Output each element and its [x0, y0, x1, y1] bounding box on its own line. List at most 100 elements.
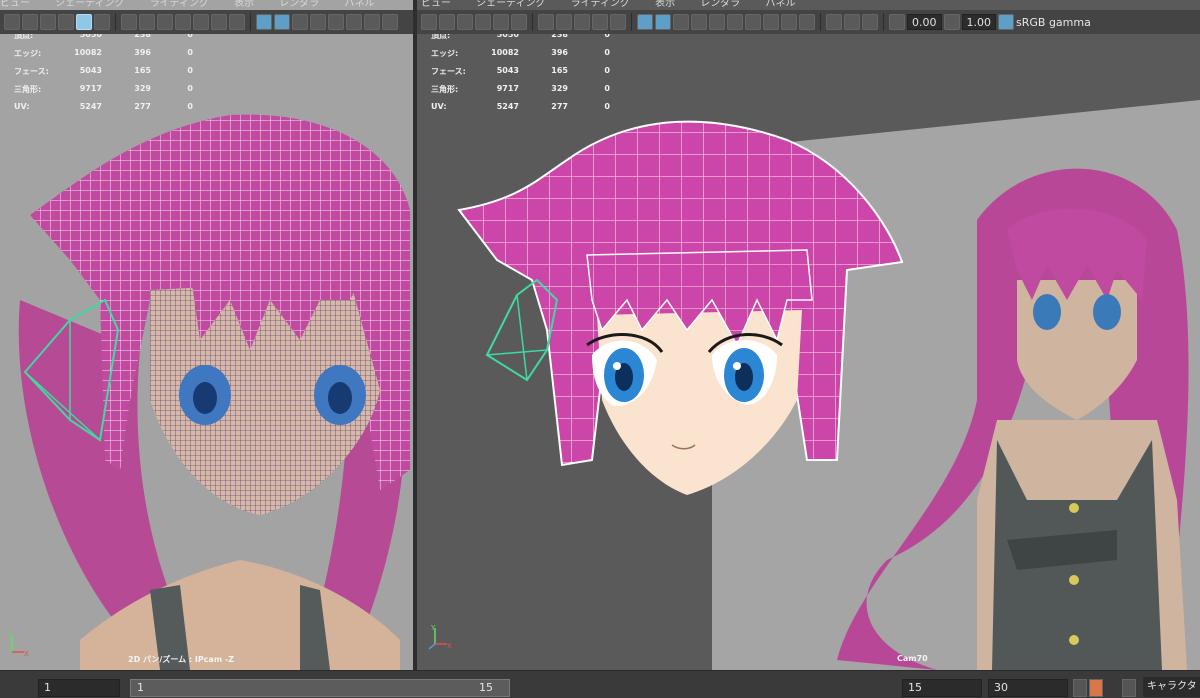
- field-chart-icon[interactable]: [610, 14, 626, 30]
- anti-alias-icon[interactable]: [799, 14, 815, 30]
- field-chart-icon[interactable]: [193, 14, 209, 30]
- color-space-label[interactable]: sRGB gamma: [1016, 16, 1091, 29]
- svg-text:X: X: [447, 642, 452, 650]
- screen-space-ao-icon[interactable]: [763, 14, 779, 30]
- isolate-select-icon[interactable]: [826, 14, 842, 30]
- lights-icon[interactable]: [346, 14, 362, 30]
- 2d-pan-zoom-icon[interactable]: [493, 14, 509, 30]
- dress-button: [1069, 503, 1079, 513]
- menu-panels[interactable]: パネル: [765, 0, 795, 9]
- motion-blur-icon[interactable]: [781, 14, 797, 30]
- hud-value: 0: [604, 66, 610, 75]
- hud-value: 5247: [496, 102, 519, 111]
- gamma-icon[interactable]: [943, 14, 960, 30]
- camera-select-icon[interactable]: [421, 14, 437, 30]
- svg-text:Y: Y: [7, 632, 13, 640]
- resolution-gate-icon[interactable]: [574, 14, 590, 30]
- right-camera-label: Cam70: [897, 654, 928, 663]
- wireframe-on-shaded-icon[interactable]: [310, 14, 326, 30]
- svg-text:Y: Y: [430, 624, 436, 632]
- image-plane-icon[interactable]: [475, 14, 491, 30]
- smooth-shade-icon[interactable]: [655, 14, 671, 30]
- menu-show[interactable]: 表示: [655, 0, 675, 9]
- key-icon[interactable]: [1089, 679, 1103, 697]
- hud-value: 9717: [496, 84, 519, 93]
- hud-value: 10082: [74, 48, 102, 57]
- gate-mask-icon[interactable]: [175, 14, 191, 30]
- xray-icon[interactable]: [709, 14, 725, 30]
- wireframe-on-shaded-icon[interactable]: [691, 14, 707, 30]
- hud-value: 5247: [79, 102, 102, 111]
- hud-label: エッジ:: [14, 49, 42, 58]
- menu-shading[interactable]: シェーディング: [55, 0, 124, 9]
- menu-view[interactable]: ビュー: [421, 0, 451, 9]
- gate-mask-icon[interactable]: [592, 14, 608, 30]
- hud-row-triangles: 三角形: 9717 329 0: [431, 84, 610, 102]
- current-frame-field[interactable]: 1: [38, 679, 120, 697]
- right-viewport[interactable]: ビュー シェーディング ライティング 表示 レンダラ パネル 0.00 1.00…: [417, 0, 1200, 670]
- range-end-label: 15: [479, 681, 493, 694]
- hud-value: 0: [187, 48, 193, 57]
- menu-show[interactable]: 表示: [234, 0, 254, 9]
- color-management-icon[interactable]: [998, 14, 1014, 30]
- film-gate-icon[interactable]: [556, 14, 572, 30]
- hud-value: 329: [551, 84, 568, 93]
- hud-label: 三角形:: [14, 85, 42, 94]
- camera-attributes-icon[interactable]: [22, 14, 38, 30]
- screen-space-ao-icon[interactable]: [382, 14, 398, 30]
- camera-attributes-icon[interactable]: [439, 14, 455, 30]
- default-material-icon[interactable]: [292, 14, 308, 30]
- menu-lighting[interactable]: ライティング: [150, 0, 209, 9]
- menu-panels[interactable]: パネル: [344, 0, 374, 9]
- grease-pencil-icon[interactable]: [94, 14, 110, 30]
- hud-value: 165: [551, 66, 568, 75]
- grid-icon[interactable]: [538, 14, 554, 30]
- auto-key-button[interactable]: [1073, 679, 1087, 697]
- hud-value: 0: [604, 48, 610, 57]
- safe-title-icon[interactable]: [229, 14, 245, 30]
- toolbar-divider: [250, 13, 251, 31]
- shadows-icon[interactable]: [364, 14, 380, 30]
- maya-viewports: ビュー シェーディング ライティング 表示 レンダラ パネル 頂点: 5050 …: [0, 0, 1200, 698]
- hud-row-edges: エッジ: 10082 396 0: [14, 48, 193, 66]
- menu-renderer[interactable]: レンダラ: [279, 0, 319, 9]
- resolution-gate-icon[interactable]: [157, 14, 173, 30]
- 2d-pan-zoom-icon[interactable]: [76, 14, 92, 30]
- menu-view[interactable]: ビュー: [0, 0, 30, 9]
- bookmark-icon[interactable]: [40, 14, 56, 30]
- lights-icon[interactable]: [727, 14, 743, 30]
- shadows-icon[interactable]: [745, 14, 761, 30]
- menu-shading[interactable]: シェーディング: [476, 0, 545, 9]
- grease-pencil-icon[interactable]: [511, 14, 527, 30]
- hud-value: 0: [187, 84, 193, 93]
- left-viewport[interactable]: ビュー シェーディング ライティング 表示 レンダラ パネル 頂点: 5050 …: [0, 0, 413, 670]
- exposure-field[interactable]: 0.00: [907, 14, 942, 30]
- wireframe-icon[interactable]: [637, 14, 653, 30]
- playback-end-field[interactable]: 30: [988, 679, 1068, 697]
- menu-lighting[interactable]: ライティング: [571, 0, 630, 9]
- chevron-down-icon[interactable]: [1122, 679, 1136, 697]
- hud-value: 277: [551, 102, 568, 111]
- svg-text:X: X: [24, 650, 29, 658]
- grid-icon[interactable]: [121, 14, 137, 30]
- gamma-field[interactable]: 1.00: [961, 14, 996, 30]
- anim-end-field[interactable]: 15: [902, 679, 982, 697]
- image-plane-icon[interactable]: [58, 14, 74, 30]
- dress-button: [1069, 635, 1079, 645]
- default-material-icon[interactable]: [673, 14, 689, 30]
- toolbar-divider: [631, 13, 632, 31]
- xray-icon[interactable]: [328, 14, 344, 30]
- film-gate-icon[interactable]: [139, 14, 155, 30]
- xray-components-icon[interactable]: [862, 14, 878, 30]
- menu-renderer[interactable]: レンダラ: [700, 0, 740, 9]
- xray-joints-icon[interactable]: [844, 14, 860, 30]
- camera-select-icon[interactable]: [4, 14, 20, 30]
- bookmark-icon[interactable]: [457, 14, 473, 30]
- character-set-field[interactable]: キャラクタ セ: [1143, 677, 1200, 697]
- safe-action-icon[interactable]: [211, 14, 227, 30]
- wireframe-icon[interactable]: [256, 14, 272, 30]
- toolbar-divider: [820, 13, 821, 31]
- time-range-slider[interactable]: 1 15: [130, 679, 510, 697]
- exposure-icon[interactable]: [889, 14, 905, 30]
- smooth-shade-icon[interactable]: [274, 14, 290, 30]
